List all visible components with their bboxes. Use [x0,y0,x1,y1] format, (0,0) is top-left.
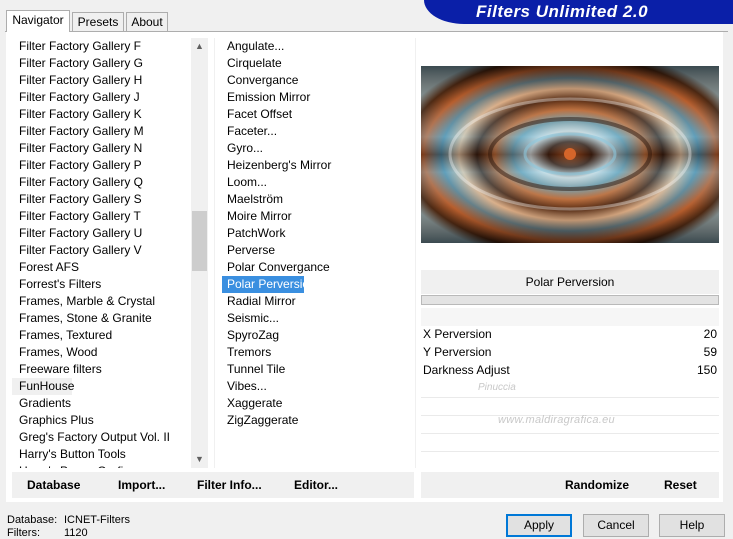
filter-preview-image [421,66,719,243]
filter-item[interactable]: Vibes... [222,378,412,395]
category-item[interactable]: Filter Factory Gallery G [12,55,190,72]
watermark-url: www.maldiragrafica.eu [498,414,615,426]
params-progress-bar [421,295,719,305]
filter-item[interactable]: Angulate... [222,38,412,55]
randomize-button[interactable]: Randomize [565,472,629,498]
category-item[interactable]: Filter Factory Gallery T [12,208,190,225]
param-label: X Perversion [423,327,492,341]
apply-button[interactable]: Apply [506,514,572,537]
params-spacer [421,308,719,326]
category-item[interactable]: Filter Factory Gallery K [12,106,190,123]
param-value[interactable]: 59 [704,344,717,361]
divider [415,38,416,468]
category-item[interactable]: Greg's Factory Output Vol. II [12,429,190,446]
category-item[interactable]: Filter Factory Gallery U [12,225,190,242]
param-divider [421,397,719,398]
category-item[interactable]: Forest AFS [12,259,190,276]
filter-item[interactable]: Tremors [222,344,412,361]
param-value[interactable]: 150 [697,362,717,379]
tab-navigator[interactable]: Navigator [6,10,70,32]
category-item[interactable]: Frames, Marble & Crystal [12,293,190,310]
filter-item[interactable]: Perverse [222,242,412,259]
help-button[interactable]: Help [659,514,725,537]
database-label: Database: [7,514,58,526]
app-title: Filters Unlimited 2.0 [476,2,649,21]
category-item[interactable]: Filter Factory Gallery F [12,38,190,55]
param-label: Y Perversion [423,345,492,359]
param-x-perversion[interactable]: X Perversion 20 [421,326,719,343]
category-item[interactable]: Filter Factory Gallery P [12,157,190,174]
cancel-button[interactable]: Cancel [583,514,649,537]
filters-count-label: Filters: [7,527,40,539]
param-darkness-adjust[interactable]: Darkness Adjust 150 [421,362,719,379]
filter-item[interactable]: Polar Convergance [222,259,412,276]
category-item[interactable]: FunHouse [12,378,74,395]
category-item[interactable]: Filter Factory Gallery V [12,242,190,259]
category-item[interactable]: Filter Factory Gallery H [12,72,190,89]
category-item[interactable]: Filter Factory Gallery J [12,89,190,106]
category-list[interactable]: Filter Factory Gallery F Filter Factory G… [12,38,190,468]
filter-list[interactable]: Angulate... Cirquelate Convergance Emission… [222,38,412,468]
param-label: Darkness Adjust [423,363,510,377]
import-button[interactable]: Import... [118,472,165,498]
filter-item[interactable]: Maelström [222,191,412,208]
filter-info-button[interactable]: Filter Info... [197,472,262,498]
category-item[interactable]: Gradients [12,395,190,412]
category-scrollbar[interactable]: ▲ ▼ [191,38,208,468]
param-value[interactable]: 20 [704,326,717,343]
scroll-thumb[interactable] [192,211,207,271]
database-value: ICNET-Filters [64,514,130,526]
watermark-name: Pinuccia [478,382,516,393]
params-toolbar: Randomize Reset [421,472,719,498]
scroll-up-icon[interactable]: ▲ [191,38,208,55]
category-item[interactable]: Harry's Power Grafix [12,463,190,468]
filter-item[interactable]: Seismic... [222,310,412,327]
filter-item[interactable]: ZigZaggerate [222,412,412,429]
category-item[interactable]: Filter Factory Gallery N [12,140,190,157]
filter-item[interactable]: Radial Mirror [222,293,412,310]
database-button[interactable]: Database [27,472,80,498]
filter-item[interactable]: Convergance [222,72,412,89]
category-item[interactable]: Frames, Stone & Granite [12,310,190,327]
category-item[interactable]: Filter Factory Gallery M [12,123,190,140]
category-item[interactable]: Freeware filters [12,361,190,378]
category-item[interactable]: Filter Factory Gallery S [12,191,190,208]
filter-item[interactable]: Emission Mirror [222,89,412,106]
tab-about[interactable]: About [126,12,168,31]
filter-item[interactable]: Gyro... [222,140,412,157]
category-item[interactable]: Frames, Textured [12,327,190,344]
filter-item[interactable]: Heizenberg's Mirror [222,157,412,174]
param-divider [421,451,719,452]
filter-item[interactable]: Polar Perversion [222,276,316,293]
filter-item[interactable]: Moire Mirror [222,208,412,225]
params-title: Polar Perversion [421,270,719,294]
category-item[interactable]: Forrest's Filters [12,276,190,293]
divider [214,38,215,468]
filter-item[interactable]: SpyroZag [222,327,412,344]
param-y-perversion[interactable]: Y Perversion 59 [421,344,719,361]
category-item[interactable]: Frames, Wood [12,344,190,361]
filter-item[interactable]: Xaggerate [222,395,412,412]
filter-item[interactable]: Loom... [222,174,412,191]
filter-item[interactable]: Cirquelate [222,55,412,72]
app-banner: Filters Unlimited 2.0 [424,0,733,24]
category-item[interactable]: Filter Factory Gallery Q [12,174,190,191]
reset-button[interactable]: Reset [664,472,697,498]
filter-item[interactable]: Tunnel Tile [222,361,412,378]
filter-item[interactable]: Facet Offset [222,106,412,123]
filter-item[interactable]: Faceter... [222,123,412,140]
filters-count-value: 1120 [64,527,88,539]
category-item[interactable]: Harry's Button Tools [12,446,190,463]
tab-presets[interactable]: Presets [72,12,124,31]
filter-item[interactable]: PatchWork [222,225,412,242]
param-divider [421,433,719,434]
category-item[interactable]: Graphics Plus [12,412,190,429]
bottom-toolbar: Database Import... Filter Info... Editor… [12,472,414,498]
editor-button[interactable]: Editor... [294,472,338,498]
scroll-down-icon[interactable]: ▼ [191,451,208,468]
